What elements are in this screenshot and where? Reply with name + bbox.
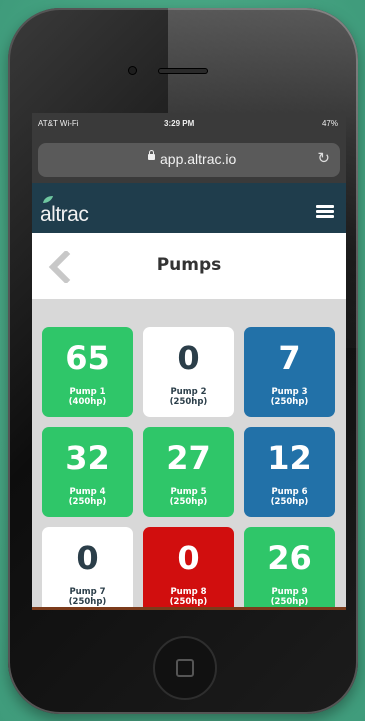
pump-tile[interactable]: 7 Pump 3 (250hp) [244,327,335,417]
pump-tile[interactable]: 0 Pump 7 (250hp) [42,527,133,610]
phone-screen: AT&T Wi-Fi 3:29 PM 47% app.altrac.io ↻ a… [32,113,346,610]
pump-label: Pump 4 (250hp) [68,487,107,507]
url-text: app.altrac.io [160,151,237,167]
pump-value: 32 [65,439,110,477]
pump-tile[interactable]: 26 Pump 9 (250hp) [244,527,335,610]
carrier-label: AT&T Wi-Fi [38,119,79,128]
pump-tile[interactable]: 0 Pump 8 (250hp) [143,527,234,610]
page-title-bar: Pumps [32,233,346,299]
home-square-icon [176,659,194,677]
front-camera-icon [128,66,137,75]
pump-label: Pump 2 (250hp) [169,387,208,407]
hamburger-menu-icon[interactable] [316,205,334,219]
pump-label: Pump 5 (250hp) [169,487,208,507]
screen-bottom-edge [32,607,346,610]
reload-icon[interactable]: ↻ [317,149,330,167]
pump-tile[interactable]: 32 Pump 4 (250hp) [42,427,133,517]
pump-value: 65 [65,339,110,377]
pump-value: 27 [166,439,211,477]
pump-tile[interactable]: 0 Pump 2 (250hp) [143,327,234,417]
pump-value: 0 [76,539,99,577]
pump-label: Pump 9 (250hp) [270,587,309,607]
pump-label: Pump 7 (250hp) [68,587,107,607]
pump-tile[interactable]: 27 Pump 5 (250hp) [143,427,234,517]
pump-value: 7 [278,339,301,377]
pump-value: 26 [267,539,312,577]
pump-value: 12 [267,439,312,477]
app-header: altrac [32,183,346,233]
earpiece-speaker [158,68,208,74]
pump-value: 0 [177,339,200,377]
address-bar[interactable]: app.altrac.io ↻ [38,143,340,177]
pump-label: Pump 8 (250hp) [169,587,208,607]
page-title: Pumps [156,255,222,275]
status-bar: AT&T Wi-Fi 3:29 PM 47% [32,113,346,135]
pump-tile[interactable]: 12 Pump 6 (250hp) [244,427,335,517]
altrac-logo[interactable]: altrac [40,203,89,227]
clock-time: 3:29 PM [164,119,195,128]
pump-label: Pump 1 (400hp) [68,387,107,407]
pump-label: Pump 3 (250hp) [270,387,309,407]
pump-label: Pump 6 (250hp) [270,487,309,507]
pump-value: 0 [177,539,200,577]
pump-tile[interactable]: 65 Pump 1 (400hp) [42,327,133,417]
lock-icon [148,150,155,160]
battery-indicator: 47% [321,119,338,128]
